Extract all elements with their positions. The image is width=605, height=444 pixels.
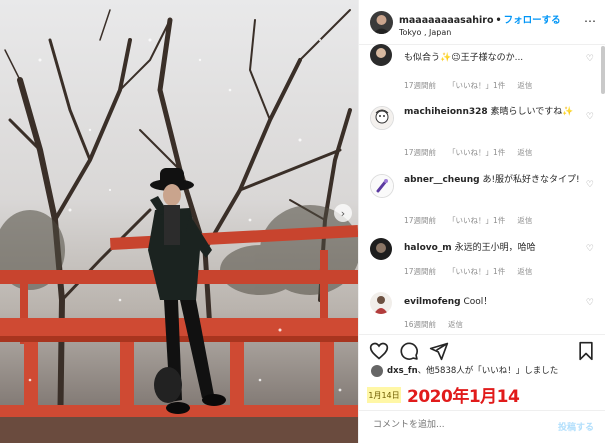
- next-photo-button[interactable]: ›: [334, 204, 352, 222]
- more-icon[interactable]: ⋯: [584, 14, 596, 28]
- comment-reply-button[interactable]: 返信: [517, 81, 532, 90]
- commenter-avatar[interactable]: [370, 174, 394, 198]
- commenter-avatar[interactable]: [370, 238, 392, 260]
- author-username[interactable]: maaaaaaaasahiro: [399, 15, 493, 26]
- comments-scrollbar[interactable]: [601, 46, 605, 94]
- comment-body: 素晴らしいですね✨: [490, 107, 574, 117]
- post-location[interactable]: Tokyo , Japan: [399, 28, 451, 37]
- comment-input[interactable]: [371, 419, 545, 431]
- commenter-avatar[interactable]: [370, 106, 394, 130]
- comment-time[interactable]: 17週間前: [404, 148, 436, 157]
- heart-icon[interactable]: [369, 341, 389, 361]
- comment-body: 永远的王小明，哈哈: [454, 243, 536, 253]
- liker-username[interactable]: dxs_fn: [387, 366, 418, 376]
- comment-text: abner__cheung あ!服が私好きなタイプ!: [404, 172, 594, 188]
- comment-reply-button[interactable]: 返信: [517, 148, 532, 157]
- comment-icon[interactable]: [399, 341, 419, 361]
- follow-button[interactable]: フォローする: [504, 15, 561, 26]
- comment-likes[interactable]: 「いいね！」1件: [448, 81, 505, 90]
- date-badge: 1月14日: [367, 387, 401, 403]
- author-avatar[interactable]: [370, 11, 393, 34]
- chevron-right-icon: ›: [340, 206, 346, 220]
- comment-body: あ!服が私好きなタイプ!: [482, 175, 580, 185]
- liker-avatar: [371, 364, 383, 377]
- separator-dot: •: [495, 15, 502, 26]
- comment-heart-icon[interactable]: ♡: [586, 244, 594, 254]
- share-icon[interactable]: [429, 341, 449, 361]
- comment-meta: 17週間前 「いいね！」1件 返信: [404, 147, 544, 158]
- comment-username[interactable]: halovo_m: [404, 243, 452, 253]
- comment-body: も似合う✨😉王子様なのか...: [404, 53, 524, 63]
- post-header: maaaaaaaasahiro • フォローする Tokyo , Japan: [359, 0, 605, 45]
- photo-scene: [0, 9, 358, 443]
- comment-time[interactable]: 17週間前: [404, 267, 436, 276]
- comment-time[interactable]: 17週間前: [404, 81, 436, 90]
- comment-reply-button[interactable]: 返信: [517, 216, 532, 225]
- comment-username[interactable]: abner__cheung: [404, 175, 480, 185]
- comment-heart-icon[interactable]: ♡: [586, 112, 594, 122]
- comment-username[interactable]: machiheionn328: [404, 107, 488, 117]
- likes-text: 、他5838人が「いいね！」しました: [417, 366, 559, 376]
- post-photo: ›: [0, 0, 358, 443]
- comment-text: evilmofeng Cool！: [404, 294, 594, 310]
- comment-likes[interactable]: 「いいね！」1件: [448, 267, 505, 276]
- comment-text: も似合う✨😉王子様なのか...: [404, 50, 594, 66]
- post-comment-button[interactable]: 投稿する: [558, 420, 594, 433]
- comment-heart-icon[interactable]: ♡: [586, 54, 594, 64]
- comment-meta: 17週間前 「いいね！」1件 返信: [404, 215, 544, 226]
- comment-meta: 16週間前 返信: [404, 319, 475, 330]
- commenter-avatar[interactable]: [370, 292, 392, 314]
- comment-composer: 投稿する: [359, 410, 605, 444]
- comment-username[interactable]: evilmofeng: [404, 297, 461, 307]
- action-bar: [359, 334, 605, 365]
- likes-summary[interactable]: dxs_fn、他5838人が「いいね！」しました: [371, 364, 558, 377]
- date-overlay-text: 2020年1月14: [407, 387, 520, 407]
- comment-reply-button[interactable]: 返信: [448, 320, 463, 329]
- commenter-avatar[interactable]: [370, 44, 392, 66]
- comment-text: halovo_m 永远的王小明，哈哈: [404, 240, 594, 256]
- comment-heart-icon[interactable]: ♡: [586, 298, 594, 308]
- comments-list: も似合う✨😉王子様なのか... 17週間前 「いいね！」1件 返信 ♡ machih…: [359, 44, 605, 334]
- comment-meta: 17週間前 「いいね！」1件 返信: [404, 80, 544, 91]
- comment-body: Cool！: [463, 297, 493, 307]
- comment-heart-icon[interactable]: ♡: [586, 180, 594, 190]
- comment-likes[interactable]: 「いいね！」1件: [448, 148, 505, 157]
- author-line: maaaaaaaasahiro • フォローする: [399, 12, 561, 26]
- bookmark-icon[interactable]: [576, 341, 596, 361]
- comment-text: machiheionn328 素晴らしいですね✨: [404, 104, 594, 120]
- comment-likes[interactable]: 「いいね！」1件: [448, 216, 505, 225]
- comment-meta: 17週間前 「いいね！」1件 返信: [404, 266, 544, 277]
- comment-time[interactable]: 16週間前: [404, 320, 436, 329]
- comment-reply-button[interactable]: 返信: [517, 267, 532, 276]
- comment-time[interactable]: 17週間前: [404, 216, 436, 225]
- post-side-panel: maaaaaaaasahiro • フォローする Tokyo , Japan も似合…: [358, 0, 605, 443]
